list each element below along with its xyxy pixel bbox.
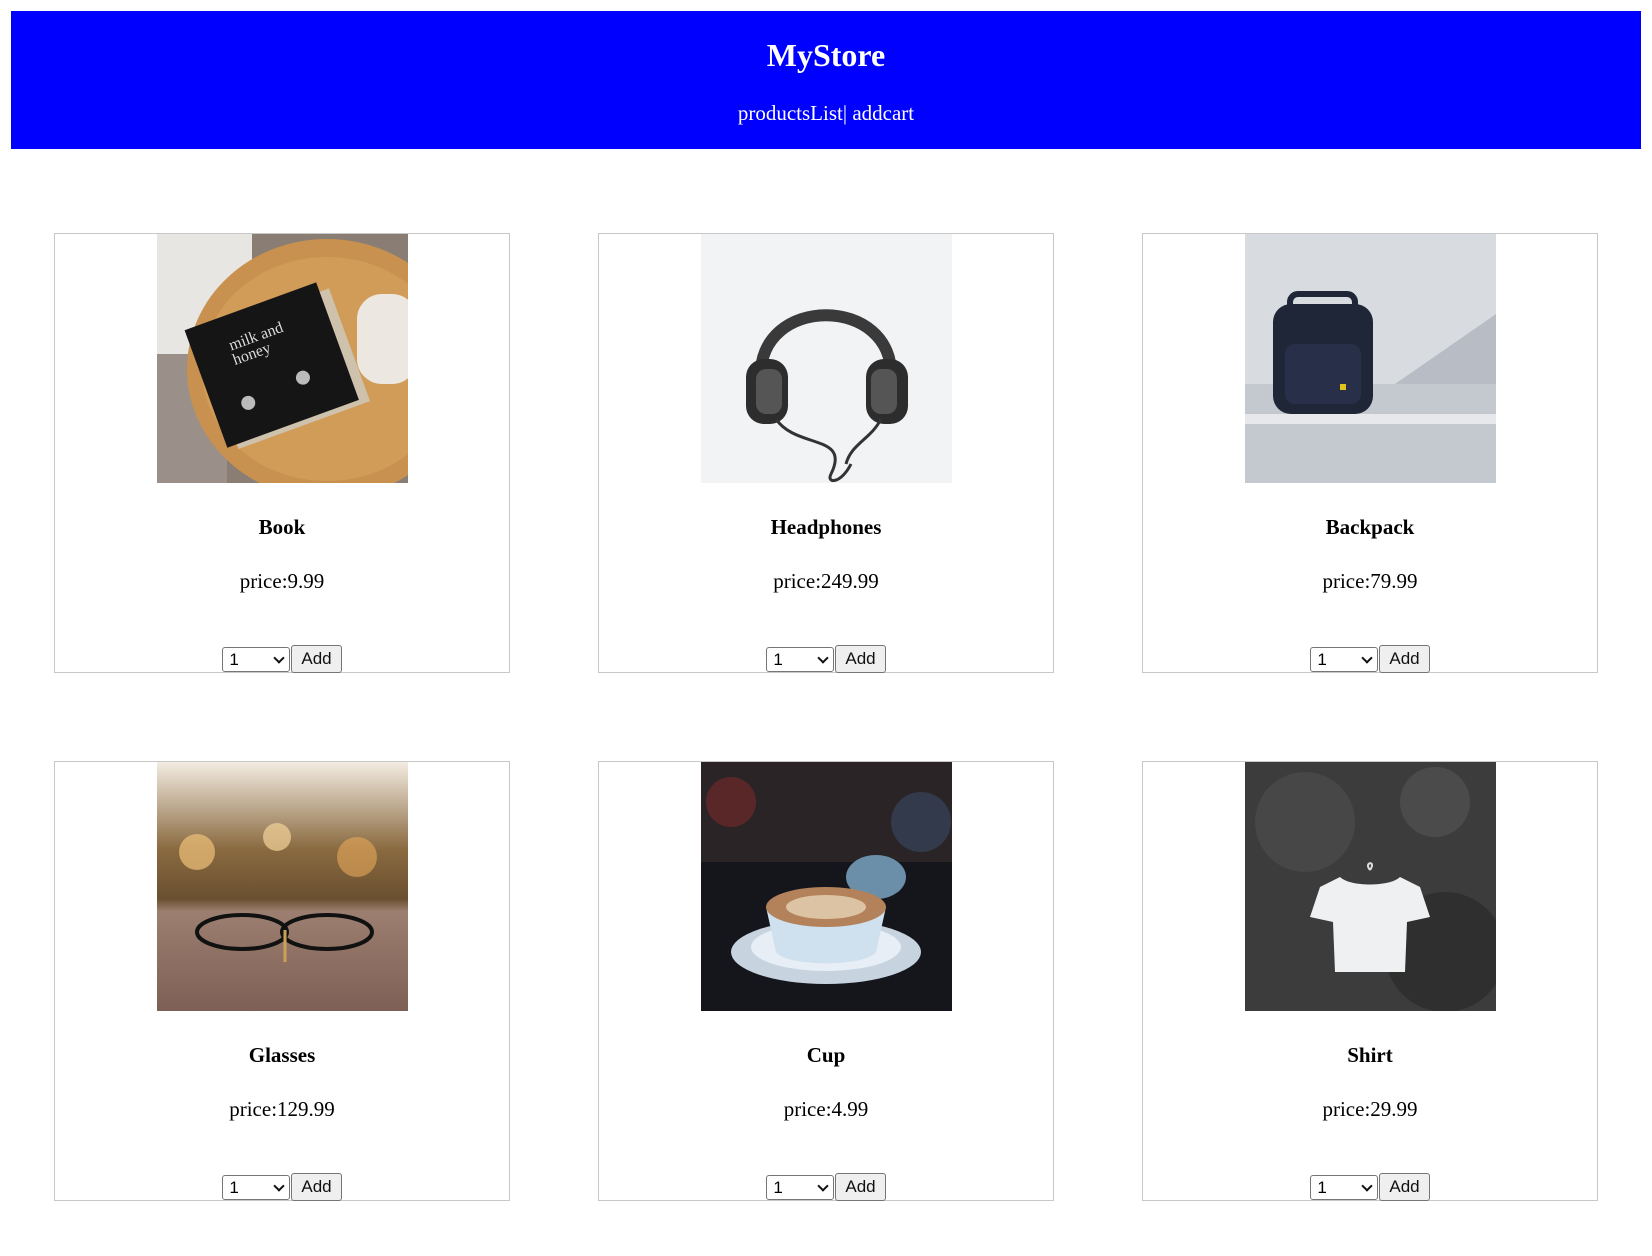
add-to-cart-button[interactable]: Add [1379, 1173, 1430, 1201]
quantity-select[interactable]: 1 [222, 646, 291, 672]
quantity-value: 1 [1317, 649, 1327, 669]
add-to-cart-button[interactable]: Add [835, 645, 886, 673]
product-name: Backpack [1325, 515, 1415, 539]
nav-products-list-link[interactable]: productsList [738, 101, 843, 125]
chevron-down-icon [1361, 1179, 1374, 1192]
product-controls: 1 Add [599, 645, 1053, 673]
quantity-value: 1 [229, 1177, 239, 1197]
product-image-backpack [1245, 234, 1496, 483]
nav-addcart-link[interactable]: addcart [852, 101, 914, 125]
product-controls: 1 Add [55, 645, 509, 673]
quantity-select[interactable]: 1 [1310, 1174, 1379, 1200]
product-card: Backpack price:79.99 1 Add [1142, 233, 1598, 673]
product-controls: 1 Add [1143, 645, 1597, 673]
quantity-value: 1 [773, 1177, 783, 1197]
product-price: price:4.99 [783, 1097, 869, 1121]
chevron-down-icon [273, 651, 286, 664]
product-card: Headphones price:249.99 1 Add [598, 233, 1054, 673]
product-controls: 1 Add [55, 1173, 509, 1201]
product-image-glasses [157, 762, 408, 1011]
product-image-headphones [701, 234, 952, 483]
product-price: price:29.99 [1322, 1097, 1418, 1121]
nav-separator: | [842, 101, 848, 125]
quantity-select[interactable]: 1 [1310, 646, 1379, 672]
chevron-down-icon [273, 1179, 286, 1192]
store-title: MyStore [766, 37, 886, 73]
product-name: Shirt [1347, 1043, 1393, 1067]
product-price: price:79.99 [1322, 569, 1418, 593]
product-price: price:249.99 [773, 569, 879, 593]
chevron-down-icon [1361, 651, 1374, 664]
product-controls: 1 Add [599, 1173, 1053, 1201]
quantity-value: 1 [1317, 1177, 1327, 1197]
quantity-value: 1 [773, 649, 783, 669]
product-card: milk and honey Book price:9.99 1 Add [54, 233, 510, 673]
product-name: Cup [806, 1043, 846, 1067]
product-name: Book [258, 515, 306, 539]
product-card: Cup price:4.99 1 Add [598, 761, 1054, 1201]
quantity-value: 1 [229, 649, 239, 669]
quantity-select[interactable]: 1 [222, 1174, 291, 1200]
product-image-cup [701, 762, 952, 1011]
product-image-book: milk and honey [157, 234, 408, 483]
product-name: Headphones [770, 515, 882, 539]
product-controls: 1 Add [1143, 1173, 1597, 1201]
main-nav: productsList| addcart [11, 103, 1641, 124]
add-to-cart-button[interactable]: Add [835, 1173, 886, 1201]
chevron-down-icon [817, 651, 830, 664]
site-header: MyStore productsList| addcart [11, 11, 1641, 149]
product-card: Glasses price:129.99 1 Add [54, 761, 510, 1201]
product-card: Shirt price:29.99 1 Add [1142, 761, 1598, 1201]
product-price: price:9.99 [239, 569, 325, 593]
chevron-down-icon [817, 1179, 830, 1192]
quantity-select[interactable]: 1 [766, 1174, 835, 1200]
product-name: Glasses [248, 1043, 316, 1067]
product-image-shirt [1245, 762, 1496, 1011]
add-to-cart-button[interactable]: Add [291, 1173, 342, 1201]
add-to-cart-button[interactable]: Add [1379, 645, 1430, 673]
add-to-cart-button[interactable]: Add [291, 645, 342, 673]
quantity-select[interactable]: 1 [766, 646, 835, 672]
product-price: price:129.99 [229, 1097, 335, 1121]
